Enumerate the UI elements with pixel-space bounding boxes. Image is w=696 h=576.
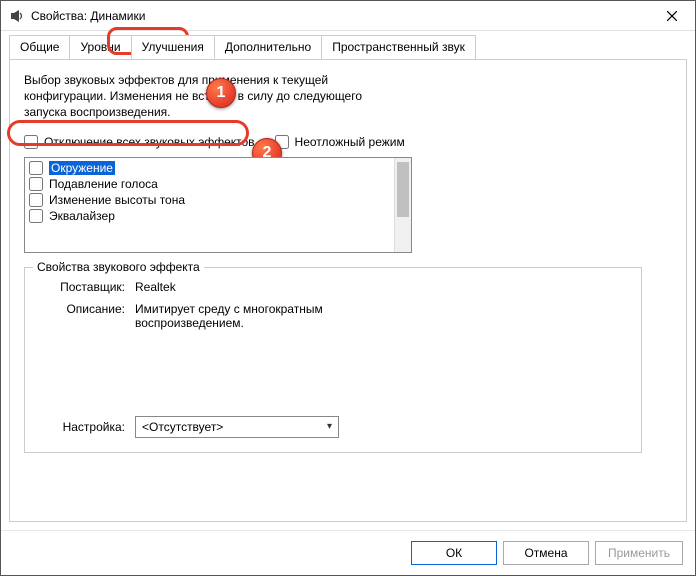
tab-advanced[interactable]: Дополнительно <box>214 35 322 59</box>
ok-button[interactable]: ОК <box>411 541 497 565</box>
checkbox-row: Отключение всех звуковых эффектов Неотло… <box>24 135 672 149</box>
tab-strip: Общие Уровни Улучшения Дополнительно Про… <box>1 31 695 59</box>
scrollbar-thumb[interactable] <box>397 162 409 217</box>
list-item[interactable]: Подавление голоса <box>27 176 392 192</box>
list-item[interactable]: Эквалайзер <box>27 208 392 224</box>
checkbox-immediate-label: Неотложный режим <box>295 135 405 149</box>
list-item[interactable]: Окружение <box>27 160 392 176</box>
description-value: Имитирует среду с многократным воспроизв… <box>135 302 355 330</box>
setting-combobox[interactable]: <Отсутствует> ▾ <box>135 416 339 438</box>
window-title: Свойства: Динамики <box>31 9 649 23</box>
effects-listbox[interactable]: Окружение Подавление голоса Изменение вы… <box>24 157 412 253</box>
tab-levels[interactable]: Уровни <box>69 35 131 59</box>
tab-general[interactable]: Общие <box>9 35 70 59</box>
listbox-scrollbar[interactable] <box>394 158 411 252</box>
effect-label: Изменение высоты тона <box>49 193 185 207</box>
effect-label: Подавление голоса <box>49 177 158 191</box>
effect-checkbox[interactable] <box>29 209 43 223</box>
checkbox-immediate[interactable]: Неотложный режим <box>275 135 405 149</box>
provider-value: Realtek <box>135 280 627 294</box>
speaker-icon <box>9 8 25 24</box>
checkbox-disable-all-label: Отключение всех звуковых эффектов <box>44 135 255 149</box>
cancel-button[interactable]: Отмена <box>503 541 589 565</box>
effect-label: Окружение <box>49 161 115 175</box>
description-text: Выбор звуковых эффектов для применения к… <box>24 72 404 121</box>
effect-checkbox[interactable] <box>29 193 43 207</box>
setting-combobox-value: <Отсутствует> <box>142 420 223 434</box>
chevron-down-icon: ▾ <box>327 421 332 432</box>
setting-label: Настройка: <box>39 420 135 434</box>
checkbox-disable-all-input[interactable] <box>24 135 38 149</box>
titlebar: Свойства: Динамики <box>1 1 695 31</box>
description-label: Описание: <box>39 302 135 330</box>
effect-label: Эквалайзер <box>49 209 115 223</box>
tab-spatial[interactable]: Пространственный звук <box>321 35 476 59</box>
effects-list-items: Окружение Подавление голоса Изменение вы… <box>25 158 394 252</box>
effect-checkbox[interactable] <box>29 161 43 175</box>
tab-content: Выбор звуковых эффектов для применения к… <box>9 59 687 522</box>
apply-button[interactable]: Применить <box>595 541 683 565</box>
checkbox-disable-all[interactable]: Отключение всех звуковых эффектов <box>24 135 255 149</box>
checkbox-immediate-input[interactable] <box>275 135 289 149</box>
provider-label: Поставщик: <box>39 280 135 294</box>
close-button[interactable] <box>649 1 695 31</box>
list-item[interactable]: Изменение высоты тона <box>27 192 392 208</box>
dialog-buttons: ОК Отмена Применить <box>1 530 695 575</box>
effect-properties-group: Свойства звукового эффекта Поставщик: Re… <box>24 267 642 453</box>
tab-enhancements[interactable]: Улучшения <box>131 35 215 59</box>
group-legend: Свойства звукового эффекта <box>33 260 204 274</box>
effect-checkbox[interactable] <box>29 177 43 191</box>
dialog-window: Свойства: Динамики Общие Уровни Улучшени… <box>0 0 696 576</box>
